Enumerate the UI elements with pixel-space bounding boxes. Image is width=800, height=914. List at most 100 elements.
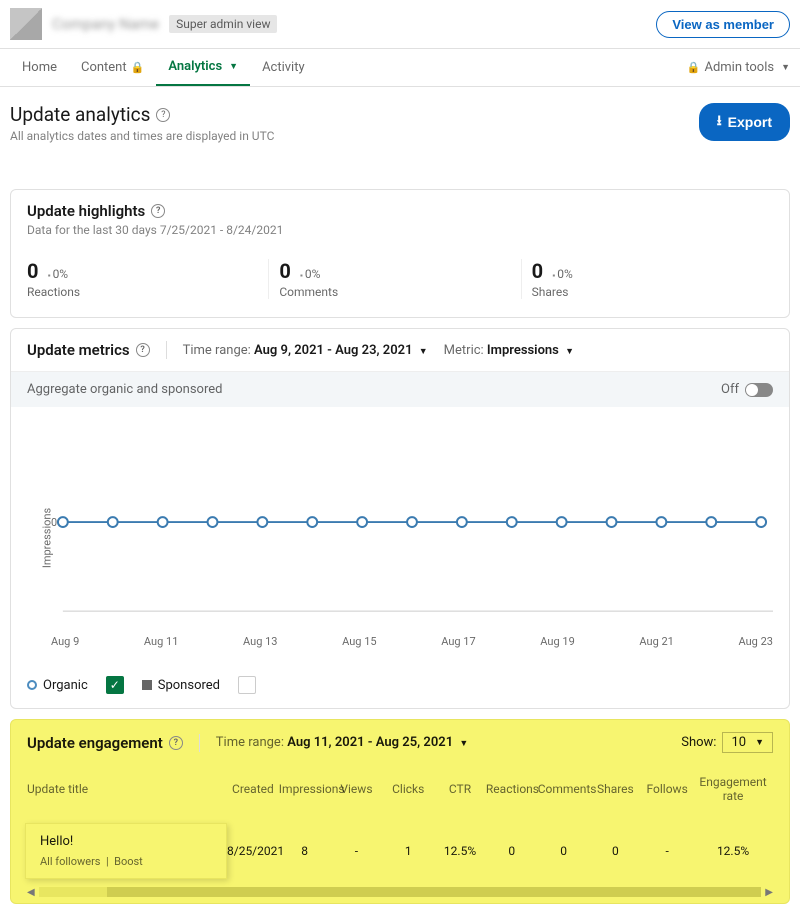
admin-badge: Super admin view	[169, 15, 277, 33]
cell-shares: 0	[589, 844, 641, 858]
page-header: Company Name Super admin view View as me…	[0, 0, 800, 49]
chart-area: Impressions 0 Aug 9Aug 11Aug 13Aug 15Aug…	[11, 407, 789, 668]
line-chart: 0	[51, 427, 773, 627]
aggregate-toggle[interactable]	[745, 383, 773, 397]
scroll-thumb[interactable]	[107, 887, 762, 897]
tab-home[interactable]: Home	[10, 50, 69, 85]
stat-comments: 0 0% Comments	[269, 259, 521, 299]
scroll-track[interactable]	[39, 887, 762, 897]
highlights-range: Data for the last 30 days 7/25/2021 - 8/…	[27, 223, 773, 237]
stat-value: 0	[532, 259, 543, 283]
stat-value: 0	[279, 259, 290, 283]
chevron-down-icon: ▼	[781, 62, 790, 73]
engagement-title-text: Update engagement	[27, 734, 163, 752]
organic-checkbox[interactable]: ✓	[106, 676, 124, 694]
table-row: Hello! All followers | Boost 8/25/2021 8…	[11, 813, 789, 889]
legend-sponsored: Sponsored	[142, 678, 220, 693]
boost-link[interactable]: Boost	[114, 855, 143, 868]
org-name[interactable]: Company Name	[52, 15, 159, 33]
stat-reactions: 0 0% Reactions	[27, 259, 269, 299]
horizontal-scrollbar[interactable]: ◀ ▶	[11, 889, 789, 903]
export-label: Export	[728, 114, 772, 130]
th-impressions: Impressions	[279, 782, 331, 796]
metrics-card: Update metrics ? Time range: Aug 9, 2021…	[10, 328, 790, 709]
help-icon[interactable]: ?	[169, 736, 183, 750]
show-count: Show: 10 ▼	[681, 732, 773, 753]
lock-icon: 🔒	[687, 61, 701, 74]
show-count-selector[interactable]: 10 ▼	[722, 732, 773, 753]
time-range-label: Time range:	[216, 735, 284, 750]
engagement-toolbar: Update engagement ? Time range: Aug 11, …	[11, 720, 789, 765]
cell-comments: 0	[538, 844, 590, 858]
tab-analytics[interactable]: Analytics ▼	[156, 49, 250, 86]
org-logo[interactable]	[10, 8, 42, 40]
th-comments: Comments	[538, 782, 590, 796]
stat-label: Comments	[279, 285, 510, 299]
show-value: 10	[731, 735, 746, 750]
cell-clicks: 1	[382, 844, 434, 858]
metrics-toolbar: Update metrics ? Time range: Aug 9, 2021…	[11, 329, 789, 372]
scroll-right-icon[interactable]: ▶	[765, 887, 773, 898]
table-header-row: Update title Created Impressions Views C…	[11, 765, 789, 813]
aggregate-label: Aggregate organic and sponsored	[27, 382, 222, 397]
divider	[166, 341, 167, 359]
th-ctr: CTR	[434, 782, 486, 796]
th-reactions: Reactions	[486, 782, 538, 796]
tab-analytics-label: Analytics	[168, 59, 222, 74]
metric-value: Impressions	[487, 343, 559, 358]
admin-tools-label: Admin tools	[704, 60, 774, 75]
aggregate-bar: Aggregate organic and sponsored Off	[11, 372, 789, 407]
th-update-title: Update title	[27, 782, 227, 796]
sponsored-checkbox[interactable]	[238, 676, 256, 694]
help-icon[interactable]: ?	[156, 108, 170, 122]
scroll-left-icon[interactable]: ◀	[27, 887, 35, 898]
stat-label: Reactions	[27, 285, 258, 299]
chevron-down-icon: ▼	[565, 347, 574, 357]
time-range-label: Time range:	[183, 343, 251, 358]
time-range-value: Aug 9, 2021 - Aug 23, 2021	[254, 343, 412, 358]
highlights-title: Update highlights ?	[27, 202, 773, 220]
tab-content[interactable]: Content 🔒	[69, 50, 156, 85]
sponsored-marker-icon	[142, 680, 152, 690]
stat-label: Shares	[532, 285, 763, 299]
highlights-title-text: Update highlights	[27, 202, 145, 220]
th-shares: Shares	[589, 782, 641, 796]
organic-marker-icon	[27, 680, 37, 690]
metrics-title: Update metrics ?	[27, 341, 150, 359]
help-icon[interactable]: ?	[136, 343, 150, 357]
update-title-text: Hello!	[40, 834, 212, 849]
th-follows: Follows	[641, 782, 693, 796]
cell-follows: -	[641, 844, 693, 858]
page-title-text: Update analytics	[10, 103, 150, 126]
update-subline: All followers | Boost	[40, 855, 212, 868]
stat-delta: 0%	[48, 267, 68, 281]
stat-value: 0	[27, 259, 38, 283]
metric-selector[interactable]: Metric: Impressions ▼	[444, 343, 574, 358]
x-axis-labels: Aug 9Aug 11Aug 13Aug 15Aug 17Aug 19Aug 2…	[51, 631, 773, 658]
export-button[interactable]: ⭳ Export	[699, 103, 790, 141]
page-subtitle: All analytics dates and times are displa…	[10, 129, 274, 143]
highlights-card: Update highlights ? Data for the last 30…	[10, 189, 790, 318]
cell-er: 12.5%	[693, 844, 773, 858]
cell-reactions: 0	[486, 844, 538, 858]
update-title-box[interactable]: Hello! All followers | Boost	[25, 823, 227, 879]
engagement-card: Update engagement ? Time range: Aug 11, …	[10, 719, 790, 904]
cell-ctr: 12.5%	[434, 844, 486, 858]
view-as-member-button[interactable]: View as member	[656, 11, 790, 38]
metrics-title-text: Update metrics	[27, 341, 130, 359]
th-clicks: Clicks	[382, 782, 434, 796]
tab-activity[interactable]: Activity	[250, 50, 317, 85]
admin-tools-menu[interactable]: 🔒 Admin tools ▼	[687, 50, 790, 85]
legend-sponsored-label: Sponsored	[158, 678, 220, 693]
stats-row: 0 0% Reactions 0 0% Comments 0 0% Shares	[11, 249, 789, 317]
divider	[199, 734, 200, 752]
stat-shares: 0 0% Shares	[522, 259, 773, 299]
cell-views: -	[331, 844, 383, 858]
download-icon: ⭳	[717, 110, 722, 134]
engagement-time-range-selector[interactable]: Time range: Aug 11, 2021 - Aug 25, 2021 …	[216, 735, 468, 750]
time-range-selector[interactable]: Time range: Aug 9, 2021 - Aug 23, 2021 ▼	[183, 343, 428, 358]
help-icon[interactable]: ?	[151, 204, 165, 218]
cell-impressions: 8	[279, 844, 331, 858]
aggregate-state: Off	[721, 382, 739, 397]
metric-label: Metric:	[444, 343, 484, 358]
